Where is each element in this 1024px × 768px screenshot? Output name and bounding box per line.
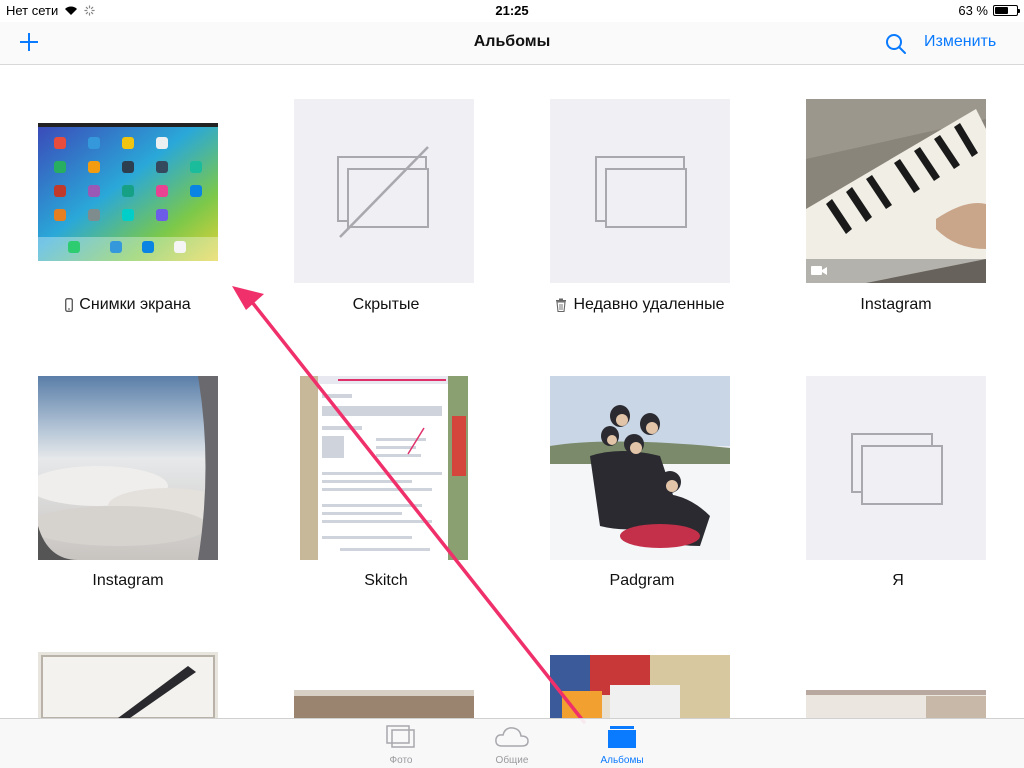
cloud-icon: [495, 727, 529, 747]
tab-photos[interactable]: Фото: [366, 719, 436, 768]
tab-label: Фото: [389, 755, 413, 766]
tab-shared[interactable]: Общие: [477, 719, 547, 768]
tab-label: Общие: [495, 755, 529, 766]
photos-app: Нет сети 21:25 63 % Альбомы Изменить Сни…: [0, 0, 1024, 768]
tab-albums[interactable]: Альбомы: [587, 719, 657, 768]
pink-arrow-icon: [232, 286, 586, 724]
albums-folder-icon: [608, 726, 636, 748]
tab-bar: Фото Общие Альбомы: [0, 718, 1024, 768]
tab-label: Альбомы: [600, 755, 644, 766]
photos-icon: [386, 725, 415, 748]
